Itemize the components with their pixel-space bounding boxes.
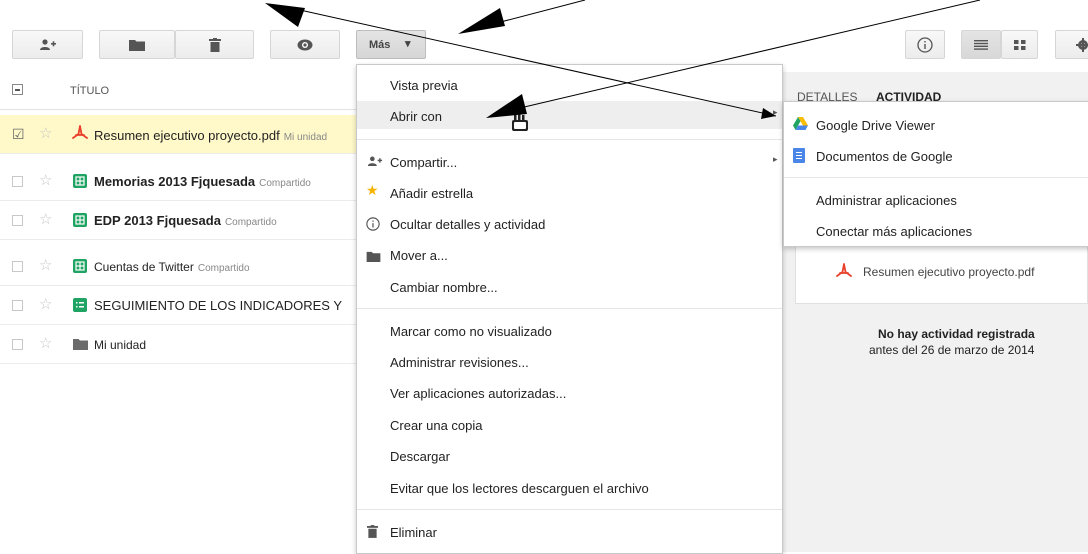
info-icon — [366, 217, 380, 234]
drive-icon — [793, 117, 808, 133]
menu-item-download[interactable]: Descargar — [390, 449, 450, 464]
activity-file-name[interactable]: Resumen ejecutivo proyecto.pdf — [863, 265, 1034, 279]
menu-item-preview[interactable]: Vista previa — [390, 78, 458, 93]
folder-icon — [366, 250, 381, 265]
star-icon[interactable]: ☆ — [39, 258, 52, 273]
file-name: Mi unidad — [94, 338, 147, 352]
file-row[interactable]: ☆ Memorias 2013 Fjquesada Compartido — [0, 162, 390, 201]
new-folder-button[interactable] — [99, 30, 175, 59]
list-header: TÍTULO — [0, 72, 390, 110]
row-checkbox[interactable] — [12, 261, 23, 272]
menu-item-label: Abrir con — [390, 109, 443, 124]
file-row[interactable]: ☆ Mi unidad — [0, 325, 390, 364]
share-button[interactable] — [12, 30, 83, 59]
star-icon[interactable]: ☆ — [39, 173, 52, 188]
delete-button[interactable] — [175, 30, 254, 59]
star-icon[interactable]: ☆ — [39, 297, 52, 312]
more-button-label: Más — [369, 39, 391, 51]
preview-button[interactable] — [270, 30, 340, 59]
menu-divider — [357, 509, 782, 510]
menu-item-move-to[interactable]: Mover a... — [390, 248, 448, 263]
submenu-item-google-docs[interactable]: Documentos de Google — [816, 149, 953, 164]
menu-item-delete[interactable]: Eliminar — [390, 525, 437, 540]
menu-item-hide-details[interactable]: Ocultar detalles y actividad — [390, 217, 545, 232]
checked-checkbox-icon[interactable]: ☑ — [12, 127, 25, 141]
file-row[interactable]: ☆ SEGUIMIENTO DE LOS INDICADORES Y — [0, 286, 390, 325]
details-toggle-button[interactable] — [905, 30, 945, 59]
activity-file-card: Resumen ejecutivo proyecto.pdf — [795, 246, 1088, 304]
settings-button[interactable] — [1055, 30, 1088, 59]
info-icon — [906, 31, 944, 58]
more-menu: Vista previa Abrir con ▸ Compartir... ▸ … — [356, 64, 783, 554]
menu-item-manage-revisions[interactable]: Administrar revisiones... — [390, 355, 529, 370]
file-row[interactable]: ☑ ☆ Resumen ejecutivo proyecto.pdf Mi uni… — [0, 115, 390, 154]
star-icon[interactable]: ☆ — [39, 336, 52, 351]
pdf-icon — [836, 263, 852, 282]
menu-divider — [357, 139, 782, 140]
chevron-right-icon: ▸ — [773, 154, 778, 164]
file-row[interactable]: ☆ EDP 2013 Fjquesada Compartido — [0, 201, 390, 240]
file-name: EDP 2013 Fjquesada Compartido — [94, 213, 277, 228]
spreadsheet-icon — [73, 259, 87, 273]
eye-icon — [271, 31, 339, 58]
docs-icon — [793, 148, 805, 163]
folder-icon — [100, 31, 174, 58]
trash-icon — [176, 31, 253, 58]
more-button[interactable]: Más ▾ — [356, 30, 426, 59]
menu-item-make-copy[interactable]: Crear una copia — [390, 418, 483, 433]
hand-cursor-icon — [510, 114, 530, 135]
spreadsheet-icon — [73, 174, 87, 188]
file-row[interactable]: ☆ Cuentas de Twitter Compartido — [0, 247, 390, 286]
folder-icon — [73, 338, 88, 353]
file-name: SEGUIMIENTO DE LOS INDICADORES Y — [94, 298, 343, 313]
file-name: Memorias 2013 Fjquesada Compartido — [94, 174, 311, 189]
row-checkbox[interactable] — [12, 176, 23, 187]
trash-icon — [367, 525, 378, 541]
form-icon — [73, 298, 87, 312]
pdf-icon — [72, 125, 88, 144]
open-with-submenu: Google Drive Viewer Documentos de Google… — [783, 101, 1088, 247]
submenu-item-connect-apps[interactable]: Conectar más aplicaciones — [816, 224, 972, 239]
chevron-down-icon: ▾ — [405, 38, 411, 50]
menu-item-prevent-download[interactable]: Evitar que los lectores descarguen el ar… — [390, 481, 649, 496]
menu-item-authorized-apps[interactable]: Ver aplicaciones autorizadas... — [390, 386, 566, 401]
menu-item-rename[interactable]: Cambiar nombre... — [390, 280, 498, 295]
list-view-button[interactable] — [961, 30, 1001, 59]
select-all-checkbox[interactable] — [12, 84, 23, 95]
list-icon — [962, 31, 1000, 58]
grid-view-button[interactable] — [1001, 30, 1038, 59]
star-icon: ★ — [366, 182, 379, 198]
no-activity-text: No hay actividad registrada — [878, 327, 1035, 341]
menu-item-mark-unviewed[interactable]: Marcar como no visualizado — [390, 324, 552, 339]
menu-item-add-star[interactable]: Añadir estrella — [390, 186, 473, 201]
row-checkbox[interactable] — [12, 215, 23, 226]
gear-icon — [1056, 31, 1088, 58]
star-icon[interactable]: ☆ — [39, 212, 52, 227]
star-icon[interactable]: ☆ — [39, 126, 52, 141]
submenu-item-manage-apps[interactable]: Administrar aplicaciones — [816, 193, 957, 208]
add-person-icon — [367, 155, 383, 170]
submenu-item-drive-viewer[interactable]: Google Drive Viewer — [816, 118, 935, 133]
file-name: Resumen ejecutivo proyecto.pdf Mi unidad — [94, 128, 328, 143]
title-column-header[interactable]: TÍTULO — [70, 85, 109, 97]
menu-item-open-with[interactable]: Abrir con ▸ — [357, 101, 782, 129]
file-name: Cuentas de Twitter Compartido — [94, 260, 250, 274]
menu-item-share[interactable]: Compartir... — [390, 155, 457, 170]
add-person-icon — [13, 31, 82, 58]
grid-icon — [1002, 31, 1037, 58]
chevron-right-icon: ▸ — [773, 107, 778, 117]
activity-since-text: antes del 26 de marzo de 2014 — [869, 343, 1035, 357]
menu-divider — [784, 177, 1088, 178]
spreadsheet-icon — [73, 213, 87, 227]
menu-divider — [357, 308, 782, 309]
row-checkbox[interactable] — [12, 339, 23, 350]
row-checkbox[interactable] — [12, 300, 23, 311]
